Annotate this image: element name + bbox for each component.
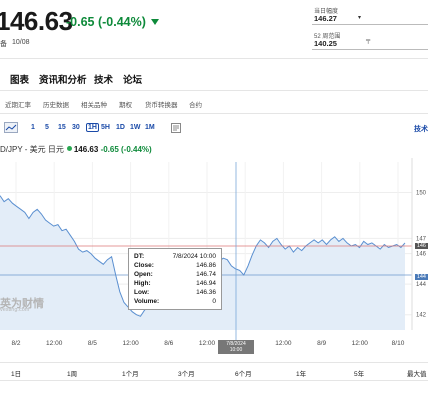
chart-change: -0.65 (-0.44%) [100, 145, 152, 154]
tooltip-open: 146.74 [196, 271, 216, 278]
divider [0, 58, 428, 59]
interval-1w[interactable]: 1W [130, 124, 141, 131]
tab-technical[interactable]: 技术 [94, 72, 113, 86]
price-tag-lower: 144 [414, 274, 428, 280]
pair-name: D/JPY - 美元 日元 [0, 145, 64, 154]
live-dot-icon [66, 146, 72, 151]
tab-chart[interactable]: 图表 [10, 72, 29, 86]
chart-price: 146.63 [73, 145, 99, 154]
subnav-currency-converter[interactable]: 货币转换器 [145, 99, 178, 109]
subnav-recent-rates[interactable]: 近期汇率 [5, 99, 31, 109]
x-tick-label: 8/10 [392, 340, 405, 347]
current-price: 146.63 [0, 6, 73, 36]
y-tick-label: 150 [416, 191, 427, 197]
timeframe-1m[interactable]: 1个月 [122, 368, 139, 378]
y-tick-label: 142 [416, 313, 427, 319]
x-tick-label: 12:00 [46, 340, 63, 347]
chart-type-icon[interactable] [4, 122, 18, 133]
divider [0, 113, 428, 114]
timeframe-6m[interactable]: 6个月 [235, 368, 252, 378]
interval-30m[interactable]: 30 [72, 124, 80, 131]
subtitle-left: 备 [0, 41, 7, 48]
watermark-sub: vesting.com [0, 307, 30, 313]
tooltip-volume: 0 [212, 298, 216, 305]
interval-1h[interactable]: 1H [86, 123, 99, 132]
timeframe-3m[interactable]: 3个月 [178, 368, 195, 378]
x-tick-label: 8/2 [11, 340, 20, 347]
timeframe-1d[interactable]: 1日 [11, 368, 21, 378]
settings-icon[interactable] [171, 123, 181, 133]
chart-title: D/JPY - 美元 日元 146.63 -0.65 (-0.44%) [0, 144, 152, 155]
x-tick-label: 12:00 [352, 340, 369, 347]
y-tick-label: 146 [416, 252, 427, 258]
x-tick-label: 8/9 [317, 340, 326, 347]
tooltip-dt: 7/8/2024 10:00 [172, 253, 216, 260]
subnav-contracts[interactable]: 合约 [189, 99, 202, 109]
subnav-options[interactable]: 期权 [119, 99, 132, 109]
subnav-historical-data[interactable]: 历史数据 [43, 99, 69, 109]
tab-forum[interactable]: 论坛 [123, 72, 142, 86]
interval-1mo[interactable]: 1M [145, 124, 155, 131]
divider [0, 362, 428, 363]
timeframe-max[interactable]: 最大值 [407, 368, 427, 378]
divider [0, 380, 428, 381]
subnav-related[interactable]: 相关品种 [81, 99, 107, 109]
tab-news-analysis[interactable]: 资讯和分析 [39, 72, 87, 86]
tooltip-close: 146.86 [196, 262, 216, 269]
technical-link[interactable]: 技术 [414, 124, 428, 134]
week52-range-marker-icon: ╤ [366, 38, 371, 44]
x-tick-label: 12:00 [122, 340, 139, 347]
price-change: -0.65 (-0.44%) [66, 15, 146, 29]
x-tick-label: 8/5 [88, 340, 97, 347]
x-tick-label: 8/6 [164, 340, 173, 347]
timeframe-1w[interactable]: 1周 [67, 368, 77, 378]
crosshair-date-label: 7/8/2024 10:00 [218, 340, 254, 354]
week52-range-bar [312, 49, 428, 50]
day-range-bar [312, 24, 428, 25]
interval-15m[interactable]: 15 [58, 124, 66, 131]
tooltip-high: 146.94 [196, 280, 216, 287]
y-tick-label: 147 [416, 236, 427, 242]
last-update-date: 10/08 [12, 39, 30, 46]
timeframe-1y[interactable]: 1年 [296, 368, 306, 378]
interval-5m[interactable]: 5 [45, 124, 49, 131]
x-tick-label: 12:00 [275, 340, 292, 347]
x-tick-label: 12:00 [199, 340, 216, 347]
day-range-marker-icon: ▾ [358, 15, 362, 21]
timeframe-5y[interactable]: 5年 [354, 368, 364, 378]
tooltip-low: 146.36 [196, 289, 216, 296]
down-arrow-icon [151, 19, 159, 25]
data-tooltip: DT: 7/8/2024 10:00 Close: 146.86 Open: 146.… [128, 248, 222, 310]
interval-1d[interactable]: 1D [116, 124, 125, 131]
price-tag-upper: 146 [414, 243, 428, 249]
y-tick-label: 144 [416, 282, 427, 288]
day-range-low: 146.27 [314, 14, 337, 23]
week52-range-low: 140.25 [314, 39, 337, 48]
divider [0, 90, 428, 91]
interval-5h[interactable]: 5H [101, 124, 110, 131]
interval-1m[interactable]: 1 [31, 124, 35, 131]
